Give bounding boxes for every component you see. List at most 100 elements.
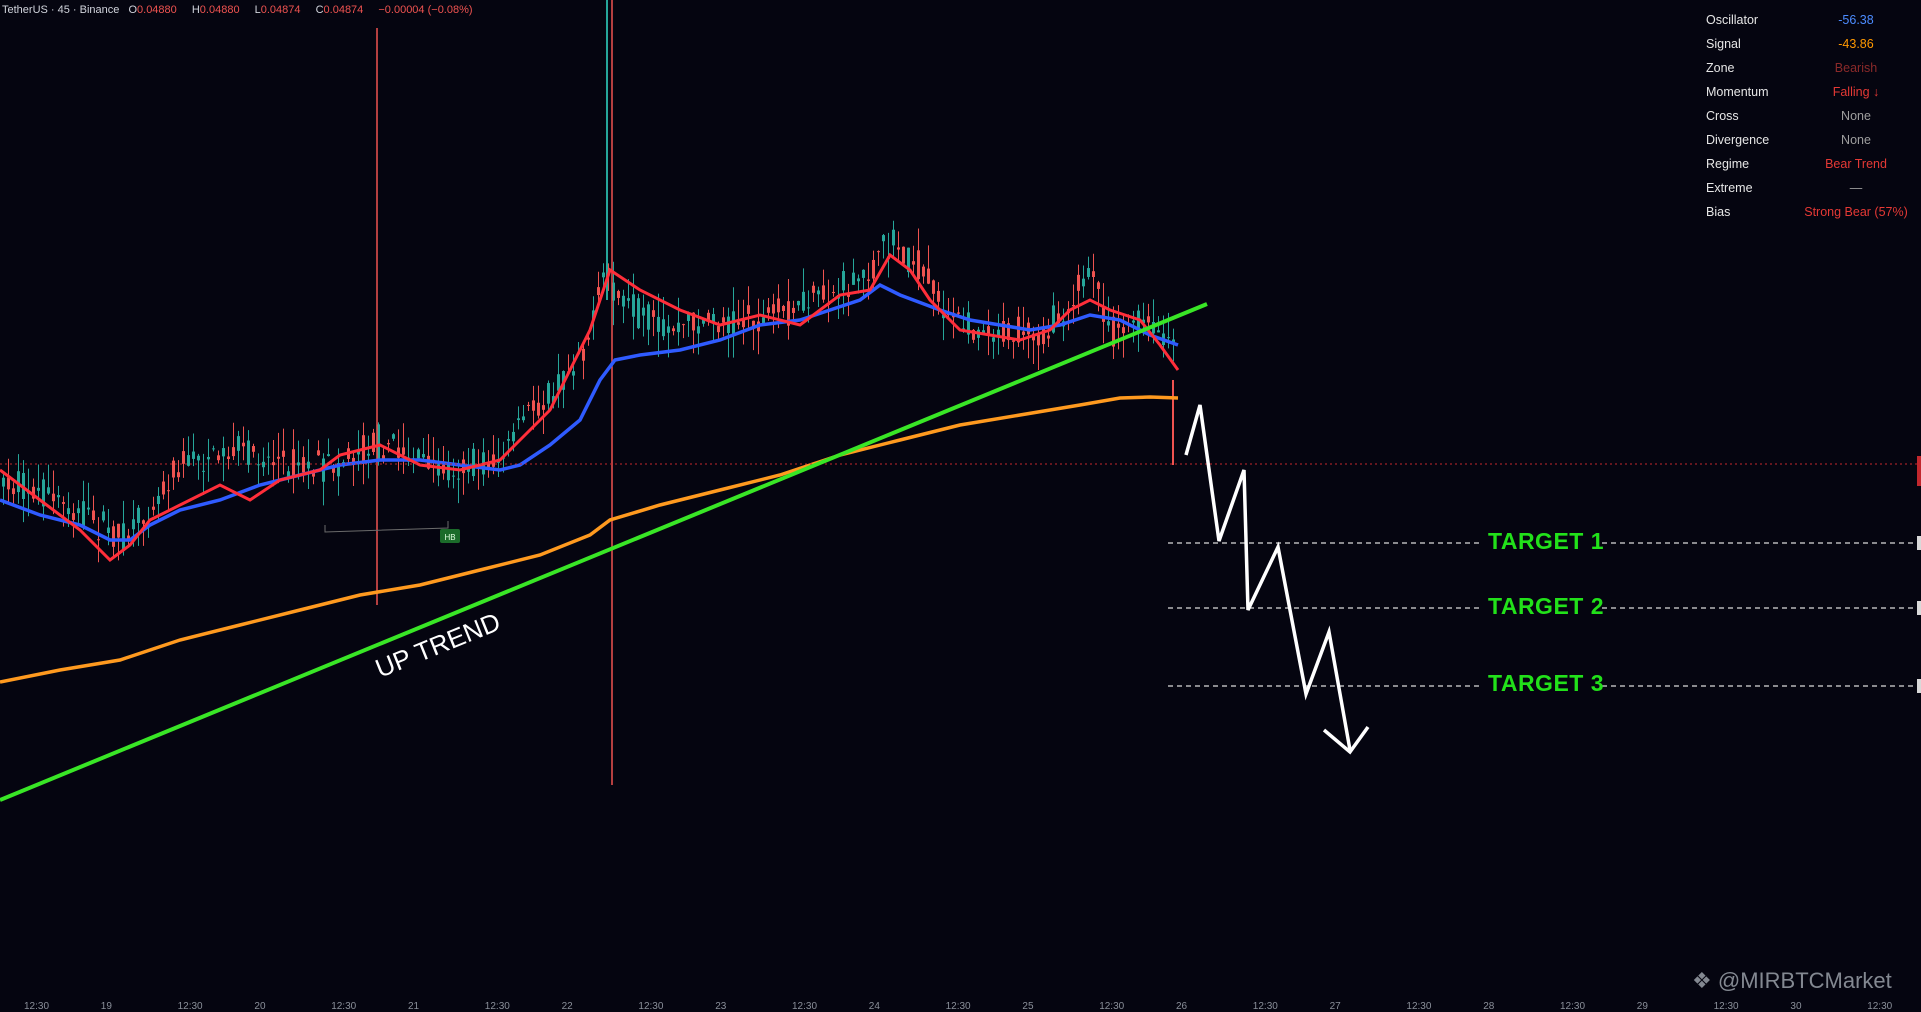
low-label: L — [254, 4, 261, 16]
high-label: H — [191, 4, 200, 16]
candle-body — [762, 317, 765, 324]
candle-body — [652, 310, 655, 317]
target-2-label: TARGET 2 — [1488, 593, 1605, 619]
candle-body — [927, 268, 930, 284]
x-tick-label: 12:30 — [1713, 1001, 1739, 1012]
candle-body — [737, 322, 740, 325]
panel-row: Oscillator -56.38 — [1706, 8, 1916, 32]
panel-row: Cross None — [1706, 104, 1916, 128]
candle-body — [282, 450, 285, 457]
candle-body — [12, 488, 15, 495]
candle-body — [727, 316, 730, 334]
panel-key: Regime — [1706, 157, 1750, 171]
candle-body — [1047, 335, 1050, 339]
candle-body — [217, 455, 220, 461]
candle-body — [107, 527, 110, 533]
candle-body — [717, 326, 720, 333]
bearish-projection-arrow — [1184, 404, 1352, 751]
candle-body — [392, 434, 395, 439]
candle-body — [62, 502, 65, 504]
candle-body — [172, 460, 175, 478]
candle-body — [262, 461, 265, 468]
low-value: 0.04874 — [260, 4, 301, 16]
candle-body — [47, 487, 50, 494]
panel-value: Falling ↓ — [1832, 85, 1880, 99]
x-tick-label: 12:30 — [1252, 1001, 1278, 1012]
candle-body — [867, 279, 870, 281]
candle-body — [202, 470, 205, 472]
panel-row: Zone Bearish — [1706, 56, 1916, 80]
high-value: 0.04880 — [199, 4, 240, 16]
candle-body — [87, 507, 90, 510]
x-tick-label: 12:30 — [792, 1001, 818, 1012]
candle-body — [697, 326, 700, 334]
candle-body — [67, 508, 70, 515]
candle-body — [152, 506, 155, 510]
candle-body — [192, 451, 195, 459]
target-3-label: TARGET 3 — [1488, 670, 1605, 696]
x-tick-label: 27 — [1329, 1001, 1341, 1012]
candle-body — [457, 478, 460, 480]
candle-body — [257, 464, 260, 466]
candle-body — [657, 316, 660, 332]
candle-body — [792, 307, 795, 313]
candle-body — [747, 305, 750, 314]
candle-body — [472, 448, 475, 477]
candle-body — [57, 495, 60, 498]
x-tick-label: 29 — [1636, 1001, 1648, 1012]
candle-body — [872, 259, 875, 279]
x-tick-label: 20 — [254, 1001, 266, 1012]
panel-value: -56.38 — [1838, 13, 1874, 27]
candle-body — [632, 294, 635, 317]
candle-body — [1167, 337, 1170, 339]
candle-body — [507, 439, 510, 441]
close-value: 0.04874 — [323, 4, 364, 16]
price-chart[interactable]: HB UP TREND — [0, 0, 1921, 1011]
candle-body — [1082, 278, 1085, 287]
panel-row: Regime Bear Trend — [1706, 152, 1916, 176]
target-2-axis-marker — [1917, 601, 1921, 615]
panel-value: Bear Trend — [1825, 157, 1887, 171]
candle-body — [452, 475, 455, 477]
candle-body — [922, 266, 925, 277]
candle-body — [677, 322, 680, 333]
candle-body — [1092, 271, 1095, 277]
candle-body — [682, 324, 685, 326]
candle-body — [662, 319, 665, 337]
target-1-axis-marker — [1917, 536, 1921, 550]
panel-value: Bearish — [1834, 61, 1878, 75]
candle-body — [72, 513, 75, 520]
change-value: −0.00004 (−0.08%) — [378, 4, 473, 16]
x-tick-label: 12:30 — [1406, 1001, 1432, 1012]
candle-body — [807, 307, 810, 309]
candles-layer — [2, 0, 1175, 785]
candle-body — [782, 305, 785, 311]
price-axis-marker — [1917, 456, 1921, 486]
candle-body — [1097, 282, 1100, 289]
panel-row: Momentum Falling ↓ — [1706, 80, 1916, 104]
panel-key: Bias — [1706, 205, 1731, 219]
candle-body — [772, 304, 775, 314]
uptrend-label: UP TREND — [371, 606, 505, 683]
panel-key: Momentum — [1706, 85, 1769, 99]
candle-body — [297, 462, 300, 466]
candle-body — [517, 418, 520, 421]
x-tick-label: 22 — [561, 1001, 573, 1012]
candle-body — [637, 298, 640, 329]
candle-body — [812, 285, 815, 293]
panel-row: Bias Strong Bear (57%) — [1706, 200, 1916, 224]
x-tick-label: 24 — [868, 1001, 880, 1012]
candle-body — [1107, 321, 1110, 326]
hb-marker-label: HB — [444, 533, 455, 542]
candle-body — [177, 472, 180, 478]
ema-fast-line — [0, 252, 1180, 562]
panel-value: None — [1841, 133, 1871, 147]
candle-body — [1132, 320, 1135, 323]
candle-body — [597, 287, 600, 296]
x-tick-label: 12:30 — [24, 1001, 50, 1012]
symbol-name[interactable]: TetherUS · 45 · Binance — [2, 4, 119, 16]
candle-body — [97, 539, 100, 541]
candle-body — [212, 448, 215, 450]
candle-body — [672, 328, 675, 332]
candle-body — [132, 519, 135, 530]
